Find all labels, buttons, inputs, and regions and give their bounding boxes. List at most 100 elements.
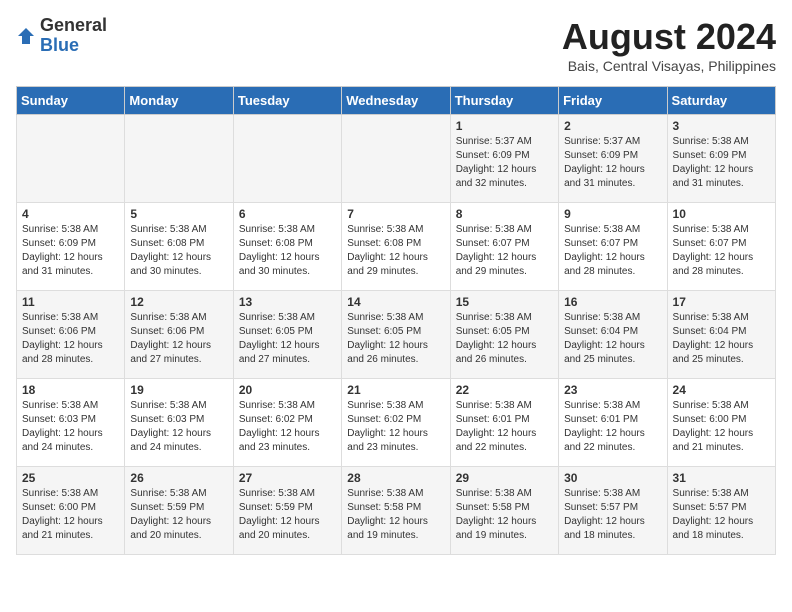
day-info: Sunrise: 5:38 AM Sunset: 6:05 PM Dayligh… xyxy=(456,311,553,367)
calendar-cell: 12Sunrise: 5:38 AM Sunset: 6:06 PM Dayli… xyxy=(125,291,233,379)
day-number: 17 xyxy=(673,295,770,309)
day-info: Sunrise: 5:38 AM Sunset: 6:02 PM Dayligh… xyxy=(347,399,444,455)
day-info: Sunrise: 5:38 AM Sunset: 6:07 PM Dayligh… xyxy=(456,223,553,279)
calendar-cell: 31Sunrise: 5:38 AM Sunset: 5:57 PM Dayli… xyxy=(667,467,775,555)
calendar-cell: 14Sunrise: 5:38 AM Sunset: 6:05 PM Dayli… xyxy=(342,291,450,379)
calendar-cell: 13 Sunrise: 5:38 AM Sunset: 6:05 PM Dayli… xyxy=(233,291,341,379)
day-info: Sunrise: 5:37 AM Sunset: 6:09 PM Dayligh… xyxy=(564,135,661,191)
calendar-cell: 25 Sunrise: 5:38 AM Sunset: 6:00 PM Dayli… xyxy=(17,467,125,555)
calendar-cell: 2Sunrise: 5:37 AM Sunset: 6:09 PM Daylig… xyxy=(559,115,667,203)
day-info: Sunrise: 5:38 AM Sunset: 6:06 PM Dayligh… xyxy=(22,311,119,367)
calendar-cell: 21 Sunrise: 5:38 AM Sunset: 6:02 PM Dayli… xyxy=(342,379,450,467)
day-info: Sunrise: 5:38 AM Sunset: 6:01 PM Dayligh… xyxy=(564,399,661,455)
calendar-cell: 23 Sunrise: 5:38 AM Sunset: 6:01 PM Dayli… xyxy=(559,379,667,467)
day-number: 28 xyxy=(347,471,444,485)
header-tuesday: Tuesday xyxy=(233,87,341,115)
day-info: Sunrise: 5:38 AM Sunset: 6:03 PM Dayligh… xyxy=(130,399,227,455)
day-number: 15 xyxy=(456,295,553,309)
day-info: Sunrise: 5:38 AM Sunset: 6:08 PM Dayligh… xyxy=(239,223,336,279)
day-number: 30 xyxy=(564,471,661,485)
day-info: Sunrise: 5:38 AM Sunset: 6:08 PM Dayligh… xyxy=(130,223,227,279)
calendar-header-row: SundayMondayTuesdayWednesdayThursdayFrid… xyxy=(17,87,776,115)
day-number: 13 xyxy=(239,295,336,309)
day-info: Sunrise: 5:38 AM Sunset: 6:00 PM Dayligh… xyxy=(22,487,119,543)
calendar-cell: 8 Sunrise: 5:38 AM Sunset: 6:07 PM Daylig… xyxy=(450,203,558,291)
day-number: 4 xyxy=(22,207,119,221)
week-row-5: 25 Sunrise: 5:38 AM Sunset: 6:00 PM Dayli… xyxy=(17,467,776,555)
day-number: 23 xyxy=(564,383,661,397)
day-number: 27 xyxy=(239,471,336,485)
week-row-3: 11 Sunrise: 5:38 AM Sunset: 6:06 PM Dayli… xyxy=(17,291,776,379)
day-info: Sunrise: 5:38 AM Sunset: 5:58 PM Dayligh… xyxy=(347,487,444,543)
day-number: 21 xyxy=(347,383,444,397)
calendar-cell: 26 Sunrise: 5:38 AM Sunset: 5:59 PM Dayli… xyxy=(125,467,233,555)
day-number: 9 xyxy=(564,207,661,221)
calendar-cell: 29 Sunrise: 5:38 AM Sunset: 5:58 PM Dayli… xyxy=(450,467,558,555)
calendar-cell: 17 Sunrise: 5:38 AM Sunset: 6:04 PM Dayli… xyxy=(667,291,775,379)
calendar-cell: 16Sunrise: 5:38 AM Sunset: 6:04 PM Dayli… xyxy=(559,291,667,379)
calendar-cell: 24 Sunrise: 5:38 AM Sunset: 6:00 PM Dayli… xyxy=(667,379,775,467)
day-info: Sunrise: 5:38 AM Sunset: 6:01 PM Dayligh… xyxy=(456,399,553,455)
day-info: Sunrise: 5:38 AM Sunset: 6:08 PM Dayligh… xyxy=(347,223,444,279)
calendar-cell: 30 Sunrise: 5:38 AM Sunset: 5:57 PM Dayli… xyxy=(559,467,667,555)
day-number: 19 xyxy=(130,383,227,397)
day-number: 22 xyxy=(456,383,553,397)
calendar-table: SundayMondayTuesdayWednesdayThursdayFrid… xyxy=(16,86,776,555)
day-info: Sunrise: 5:38 AM Sunset: 5:59 PM Dayligh… xyxy=(130,487,227,543)
day-number: 14 xyxy=(347,295,444,309)
week-row-4: 18 Sunrise: 5:38 AM Sunset: 6:03 PM Dayli… xyxy=(17,379,776,467)
calendar-cell: 18 Sunrise: 5:38 AM Sunset: 6:03 PM Dayli… xyxy=(17,379,125,467)
day-number: 5 xyxy=(130,207,227,221)
day-info: Sunrise: 5:38 AM Sunset: 6:04 PM Dayligh… xyxy=(564,311,661,367)
calendar-cell xyxy=(233,115,341,203)
day-info: Sunrise: 5:38 AM Sunset: 6:04 PM Dayligh… xyxy=(673,311,770,367)
day-info: Sunrise: 5:38 AM Sunset: 5:58 PM Dayligh… xyxy=(456,487,553,543)
calendar-cell: 19 Sunrise: 5:38 AM Sunset: 6:03 PM Dayli… xyxy=(125,379,233,467)
calendar-cell: 9 Sunrise: 5:38 AM Sunset: 6:07 PM Daylig… xyxy=(559,203,667,291)
day-number: 7 xyxy=(347,207,444,221)
header: General Blue August 2024 Bais, Central V… xyxy=(16,16,776,74)
day-info: Sunrise: 5:38 AM Sunset: 5:57 PM Dayligh… xyxy=(564,487,661,543)
week-row-2: 4 Sunrise: 5:38 AM Sunset: 6:09 PM Daylig… xyxy=(17,203,776,291)
day-number: 25 xyxy=(22,471,119,485)
day-number: 6 xyxy=(239,207,336,221)
header-saturday: Saturday xyxy=(667,87,775,115)
calendar-cell: 11 Sunrise: 5:38 AM Sunset: 6:06 PM Dayli… xyxy=(17,291,125,379)
day-number: 11 xyxy=(22,295,119,309)
calendar-cell: 6 Sunrise: 5:38 AM Sunset: 6:08 PM Daylig… xyxy=(233,203,341,291)
day-info: Sunrise: 5:38 AM Sunset: 6:05 PM Dayligh… xyxy=(239,311,336,367)
calendar-cell: 15 Sunrise: 5:38 AM Sunset: 6:05 PM Dayli… xyxy=(450,291,558,379)
calendar-cell xyxy=(17,115,125,203)
calendar-cell: 4 Sunrise: 5:38 AM Sunset: 6:09 PM Daylig… xyxy=(17,203,125,291)
day-info: Sunrise: 5:37 AM Sunset: 6:09 PM Dayligh… xyxy=(456,135,553,191)
calendar-cell: 1 Sunrise: 5:37 AM Sunset: 6:09 PM Daylig… xyxy=(450,115,558,203)
day-number: 10 xyxy=(673,207,770,221)
calendar-cell: 27Sunrise: 5:38 AM Sunset: 5:59 PM Dayli… xyxy=(233,467,341,555)
day-number: 24 xyxy=(673,383,770,397)
logo-text: General Blue xyxy=(40,16,107,56)
header-monday: Monday xyxy=(125,87,233,115)
title-section: August 2024 Bais, Central Visayas, Phili… xyxy=(562,16,776,74)
day-number: 1 xyxy=(456,119,553,133)
calendar-cell: 22 Sunrise: 5:38 AM Sunset: 6:01 PM Dayli… xyxy=(450,379,558,467)
calendar-cell xyxy=(125,115,233,203)
calendar-cell: 5 Sunrise: 5:38 AM Sunset: 6:08 PM Daylig… xyxy=(125,203,233,291)
day-info: Sunrise: 5:38 AM Sunset: 6:06 PM Dayligh… xyxy=(130,311,227,367)
calendar-cell: 28 Sunrise: 5:38 AM Sunset: 5:58 PM Dayli… xyxy=(342,467,450,555)
day-info: Sunrise: 5:38 AM Sunset: 6:00 PM Dayligh… xyxy=(673,399,770,455)
week-row-1: 1 Sunrise: 5:37 AM Sunset: 6:09 PM Daylig… xyxy=(17,115,776,203)
header-thursday: Thursday xyxy=(450,87,558,115)
location-subtitle: Bais, Central Visayas, Philippines xyxy=(562,58,776,74)
day-number: 18 xyxy=(22,383,119,397)
day-info: Sunrise: 5:38 AM Sunset: 6:09 PM Dayligh… xyxy=(22,223,119,279)
day-number: 20 xyxy=(239,383,336,397)
calendar-cell xyxy=(342,115,450,203)
day-info: Sunrise: 5:38 AM Sunset: 6:09 PM Dayligh… xyxy=(673,135,770,191)
day-number: 8 xyxy=(456,207,553,221)
day-info: Sunrise: 5:38 AM Sunset: 6:03 PM Dayligh… xyxy=(22,399,119,455)
day-info: Sunrise: 5:38 AM Sunset: 6:07 PM Dayligh… xyxy=(564,223,661,279)
calendar-cell: 7 Sunrise: 5:38 AM Sunset: 6:08 PM Daylig… xyxy=(342,203,450,291)
header-sunday: Sunday xyxy=(17,87,125,115)
day-number: 26 xyxy=(130,471,227,485)
day-number: 29 xyxy=(456,471,553,485)
